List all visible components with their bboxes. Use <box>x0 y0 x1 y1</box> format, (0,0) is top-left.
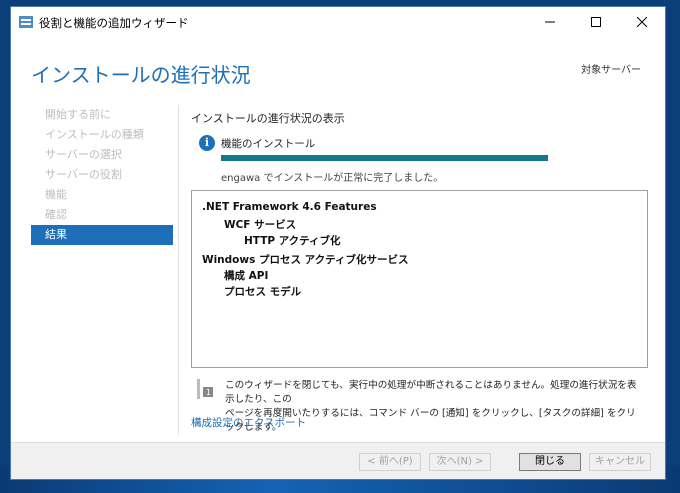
page-title: インストールの進行状況 <box>31 63 251 87</box>
minimize-button[interactable] <box>527 7 573 37</box>
maximize-icon <box>591 17 601 27</box>
target-server-label: 対象サーバー <box>581 65 641 76</box>
svg-text:1: 1 <box>206 388 211 397</box>
window-title: 役割と機能の追加ウィザード <box>39 16 189 30</box>
list-item: プロセス モデル <box>224 286 302 298</box>
nav-item-results[interactable]: 結果 <box>31 225 173 245</box>
nav-item-confirmation: 確認 <box>45 208 67 221</box>
install-status-text: engawa でインストールが正常に完了しました。 <box>221 173 444 184</box>
info-note-line-1: このウィザードを閉じても、実行中の処理が中断されることはありません。処理の進行状… <box>225 380 637 405</box>
minimize-icon <box>545 21 555 23</box>
wizard-window: 役割と機能の追加ウィザード インストールの進行状況 対象サーバー 開始する前に … <box>10 6 666 480</box>
nav-item-server-selection: サーバーの選択 <box>45 148 122 161</box>
server-manager-icon <box>19 16 33 28</box>
note-flag-icon: 1 <box>197 379 213 399</box>
export-config-link[interactable]: 構成設定のエクスポート <box>191 415 306 430</box>
wizard-header: インストールの進行状況 対象サーバー <box>11 37 665 97</box>
nav-item-server-roles: サーバーの役割 <box>45 168 122 181</box>
results-list[interactable]: .NET Framework 4.6 Features WCF サービス HTT… <box>191 190 648 368</box>
next-button[interactable]: 次へ(N) > <box>429 453 491 471</box>
feature-install-label: 機能のインストール <box>221 138 316 150</box>
nav-divider <box>178 105 179 435</box>
progress-fill <box>221 155 548 161</box>
list-item: HTTP アクティブ化 <box>244 235 341 247</box>
list-item: .NET Framework 4.6 Features <box>202 201 377 213</box>
close-button[interactable]: 閉じる <box>519 453 581 471</box>
nav-item-before-you-begin: 開始する前に <box>45 108 111 121</box>
maximize-button[interactable] <box>573 7 619 37</box>
nav-item-features: 機能 <box>45 188 67 201</box>
list-item: 構成 API <box>224 270 269 282</box>
previous-button[interactable]: < 前へ(P) <box>359 453 421 471</box>
wizard-footer: < 前へ(P) 次へ(N) > 閉じる キャンセル <box>11 442 665 479</box>
wizard-nav: 開始する前に インストールの種類 サーバーの選択 サーバーの役割 機能 確認 結… <box>31 105 173 245</box>
list-item: WCF サービス <box>224 219 297 231</box>
install-progress-bar <box>221 155 548 161</box>
nav-item-installation-type: インストールの種類 <box>45 128 144 141</box>
cancel-button[interactable]: キャンセル <box>589 453 651 471</box>
content-heading: インストールの進行状況の表示 <box>191 112 345 125</box>
close-window-button[interactable] <box>619 7 665 37</box>
title-bar: 役割と機能の追加ウィザード <box>11 7 665 37</box>
close-icon <box>637 17 647 27</box>
info-icon: i <box>199 135 215 151</box>
list-item: Windows プロセス アクティブ化サービス <box>202 254 409 266</box>
